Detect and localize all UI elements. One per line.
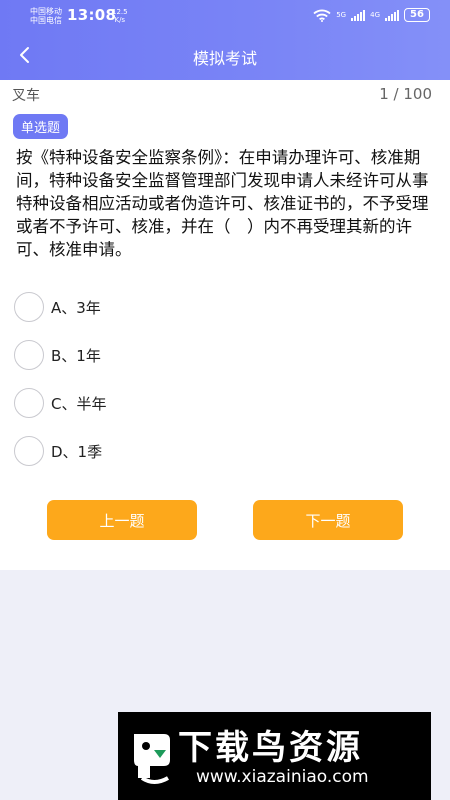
signal-2-icon [385, 9, 399, 21]
network-type-2: 4G [370, 11, 380, 19]
status-icons: 5G 4G 56 [313, 8, 430, 22]
app-header: 模拟考试 [0, 32, 450, 80]
watermark-url: www.xiazainiao.com [196, 767, 369, 787]
question-progress: 1 / 100 [379, 85, 432, 103]
option-a[interactable]: A、3年 [14, 290, 314, 324]
status-time: 13:08 [67, 6, 117, 24]
carrier-1: 中国移动 [30, 7, 62, 16]
question-category: 叉车 [12, 88, 40, 104]
option-c-label: C、半年 [51, 394, 107, 413]
carrier-2: 中国电信 [30, 16, 62, 25]
option-b-radio[interactable] [14, 340, 44, 370]
option-d-radio[interactable] [14, 436, 44, 466]
watermark: 下载鸟资源 www.xiazainiao.com [118, 712, 431, 800]
page-title: 模拟考试 [192, 49, 257, 68]
watermark-title: 下载鸟资源 [178, 728, 363, 768]
option-d[interactable]: D、1季 [14, 434, 314, 468]
question-text: 按《特种设备安全监察条例》：在申请办理许可、核准期间，特种设备安全监督管理部门发… [16, 148, 429, 259]
signal-1-icon [351, 9, 366, 21]
option-c-radio[interactable] [14, 388, 44, 418]
option-a-radio[interactable] [14, 292, 44, 322]
question-area: 叉车 1 / 100 单选题 按《特种设备安全监察条例》：在申请办理许可、核准期… [0, 80, 450, 570]
wifi-icon [313, 9, 331, 22]
bird-logo-icon [134, 734, 170, 784]
option-a-label: A、3年 [51, 298, 101, 317]
previous-question-button[interactable]: 上一题 [47, 500, 197, 540]
battery-indicator: 56 [404, 8, 430, 22]
network-speed: 12.5 K/s [112, 8, 128, 24]
next-question-button[interactable]: 下一题 [253, 500, 403, 540]
speed-value: 12.5 [112, 8, 128, 16]
question-type-badge: 单选题 [13, 114, 69, 139]
option-d-label: D、1季 [51, 442, 103, 461]
option-b[interactable]: B、1年 [14, 338, 314, 372]
top-bar: 中国移动 中国电信 13:08 12.5 K/s 5G 4G 56 模拟考试 [0, 0, 450, 80]
option-c[interactable]: C、半年 [14, 386, 314, 420]
network-type-1: 5G [336, 11, 347, 19]
status-bar: 中国移动 中国电信 13:08 12.5 K/s 5G 4G 56 [0, 0, 450, 32]
speed-unit: K/s [114, 16, 126, 24]
carrier-info: 中国移动 中国电信 [30, 7, 62, 25]
option-b-label: B、1年 [51, 346, 101, 365]
